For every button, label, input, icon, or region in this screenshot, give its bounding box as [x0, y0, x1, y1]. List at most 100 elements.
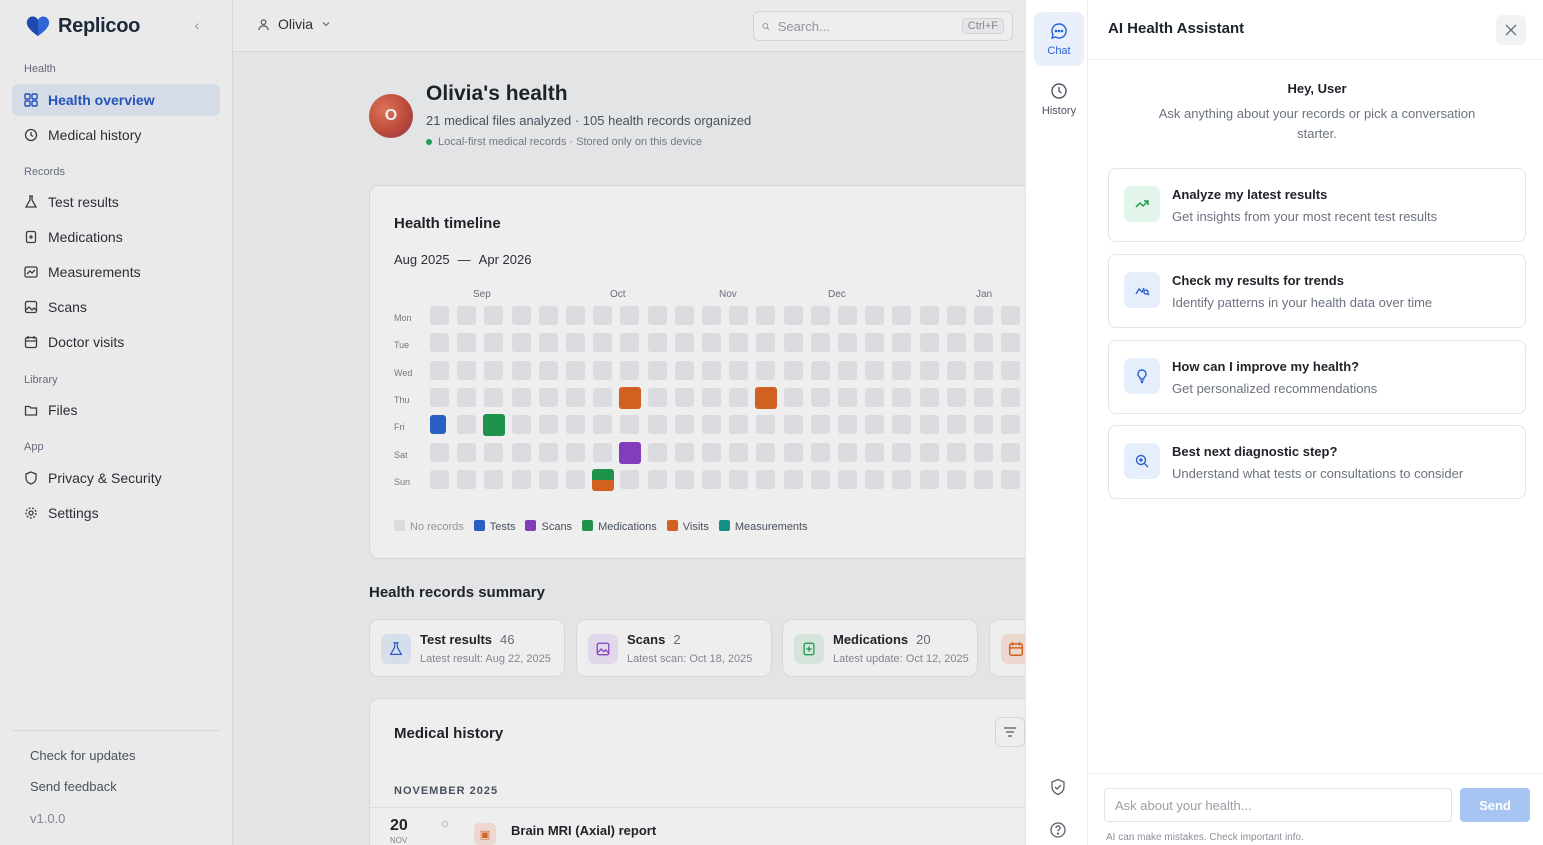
search-input[interactable]	[777, 18, 954, 34]
history-entry-title[interactable]: Brain MRI (Axial) report	[511, 823, 656, 838]
timeline-empty-cell	[892, 333, 912, 353]
sidebar-item-health-overview[interactable]: Health overview	[12, 84, 220, 116]
timeline-empty-cell	[566, 360, 585, 380]
shield-check-icon[interactable]	[1049, 778, 1067, 796]
legend-label: Medications	[598, 521, 657, 533]
month-label: Dec	[828, 289, 846, 300]
timeline-record-cell[interactable]	[592, 468, 615, 491]
legend-label: Tests	[489, 521, 516, 533]
collapse-sidebar-chevron-left-icon[interactable]: ‹	[188, 16, 206, 34]
summary-card-subtitle: Latest result: Aug 22, 2025	[420, 653, 551, 665]
starter-next-diagnostic[interactable]: Best next diagnostic step? Understand wh…	[1108, 425, 1526, 499]
send-feedback-link[interactable]: Send feedback	[30, 779, 117, 794]
sidebar-item-doctor-visits[interactable]: Doctor visits	[12, 326, 220, 358]
sidebar-item-test-results[interactable]: Test results	[12, 186, 220, 218]
image-icon	[24, 300, 38, 314]
timeline-empty-cell	[593, 415, 613, 435]
summary-card[interactable]: Scans 2 Latest scan: Oct 18, 2025	[576, 619, 772, 677]
sidebar-item-scans[interactable]: Scans	[12, 291, 220, 323]
legend-swatch	[394, 520, 405, 531]
search-plus-icon	[1124, 443, 1160, 479]
sidebar-item-privacy-security[interactable]: Privacy & Security	[12, 462, 220, 494]
entry-month: NOV	[390, 836, 408, 845]
greeting-subtitle: Ask anything about your records or pick …	[1158, 106, 1476, 141]
filter-button[interactable]	[995, 717, 1025, 747]
timeline-empty-cell	[511, 306, 531, 325]
greeting: Hey, User	[1287, 81, 1347, 96]
timeline-empty-cell	[647, 333, 667, 353]
starter-check-trends[interactable]: Check my results for trends Identify pat…	[1108, 254, 1526, 328]
user-selector[interactable]: Olivia	[257, 16, 331, 32]
timeline-record-cell[interactable]	[755, 386, 778, 409]
timeline-record-cell[interactable]	[619, 386, 642, 409]
section-label-health: Health	[24, 63, 56, 75]
timeline-empty-cell	[756, 469, 776, 489]
help-icon[interactable]	[1049, 821, 1067, 839]
panel-header: AI Health Assistant	[1088, 0, 1543, 60]
sidebar-item-files[interactable]: Files	[12, 394, 220, 426]
month-label: Jan	[976, 289, 993, 300]
sidebar-item-medications[interactable]: Medications	[12, 221, 220, 253]
sidebar-item-settings[interactable]: Settings	[12, 497, 220, 529]
timeline-empty-cell	[838, 387, 857, 407]
replicoo-logo-icon	[26, 16, 50, 36]
summary-card-doctor-visits[interactable]	[989, 619, 1025, 677]
timeline-empty-cell	[810, 469, 830, 489]
filter-icon	[1004, 727, 1016, 737]
sidebar-item-label: Test results	[48, 194, 119, 210]
day-label: Tue	[394, 340, 410, 351]
timeline-empty-cell	[756, 306, 776, 325]
timeline-empty-cell	[729, 469, 749, 489]
timeline-empty-cell	[919, 442, 939, 462]
summary-card[interactable]: Test results 46 Latest result: Aug 22, 202…	[369, 619, 565, 677]
close-icon	[1505, 24, 1517, 36]
timeline-empty-cell	[647, 387, 667, 407]
timeline-empty-cell	[865, 415, 885, 435]
timeline-empty-cell	[892, 415, 912, 435]
starter-analyze-results[interactable]: Analyze my latest results Get insights f…	[1108, 168, 1526, 242]
timeline-empty-cell	[484, 442, 504, 462]
timeline-record-cell[interactable]	[619, 441, 642, 464]
timeline-empty-cell	[729, 333, 749, 353]
timeline-empty-cell	[892, 469, 912, 489]
starter-title: Check my results for trends	[1172, 273, 1344, 288]
timeline-empty-cell	[674, 442, 694, 462]
tab-chat[interactable]: Chat	[1034, 12, 1084, 66]
timeline-empty-cell	[892, 387, 912, 407]
close-button[interactable]	[1496, 15, 1526, 45]
timeline-empty-cell	[919, 387, 939, 407]
timeline-empty-cell	[702, 306, 721, 325]
timeline-empty-cell	[566, 306, 585, 325]
legend-label: Measurements	[734, 521, 808, 533]
tab-history[interactable]: History	[1034, 72, 1084, 126]
brand[interactable]: Replicoo	[24, 14, 140, 38]
legend-label: Scans	[541, 521, 573, 533]
timeline-empty-cell	[702, 333, 721, 353]
search-box[interactable]: Ctrl+F	[753, 11, 1013, 41]
starter-improve-health[interactable]: How can I improve my health? Get persona…	[1108, 340, 1526, 414]
timeline-empty-cell	[838, 415, 857, 435]
timeline-empty-cell	[593, 306, 613, 325]
ai-disclaimer: AI can make mistakes. Check important in…	[1106, 832, 1304, 843]
starter-subtitle: Get personalized recommendations	[1172, 381, 1378, 396]
timeline-empty-cell	[674, 360, 694, 380]
timeline-record-cell[interactable]	[483, 414, 506, 437]
timeline-empty-cell	[484, 306, 504, 325]
search-shortcut: Ctrl+F	[961, 18, 1004, 34]
timeline-empty-cell	[430, 387, 449, 407]
send-button[interactable]: Send	[1460, 788, 1530, 822]
summary-card[interactable]: Medications 20 Latest update: Oct 12, 2025	[782, 619, 978, 677]
check-updates-link[interactable]: Check for updates	[30, 748, 136, 763]
timeline-empty-cell	[620, 469, 640, 489]
sidebar-item-measurements[interactable]: Measurements	[12, 256, 220, 288]
chat-input[interactable]	[1104, 788, 1452, 822]
timeline-empty-cell	[783, 306, 803, 325]
timeline-empty-cell	[838, 306, 857, 325]
timeline-empty-cell	[729, 360, 749, 380]
sidebar-item-label: Settings	[48, 505, 99, 521]
timeline-empty-cell	[865, 306, 885, 325]
sidebar-item-medical-history[interactable]: Medical history	[12, 119, 220, 151]
sidebar-item-label: Medical history	[48, 127, 142, 143]
timeline-empty-cell	[538, 333, 558, 353]
timeline-record-cell[interactable]	[430, 415, 446, 435]
